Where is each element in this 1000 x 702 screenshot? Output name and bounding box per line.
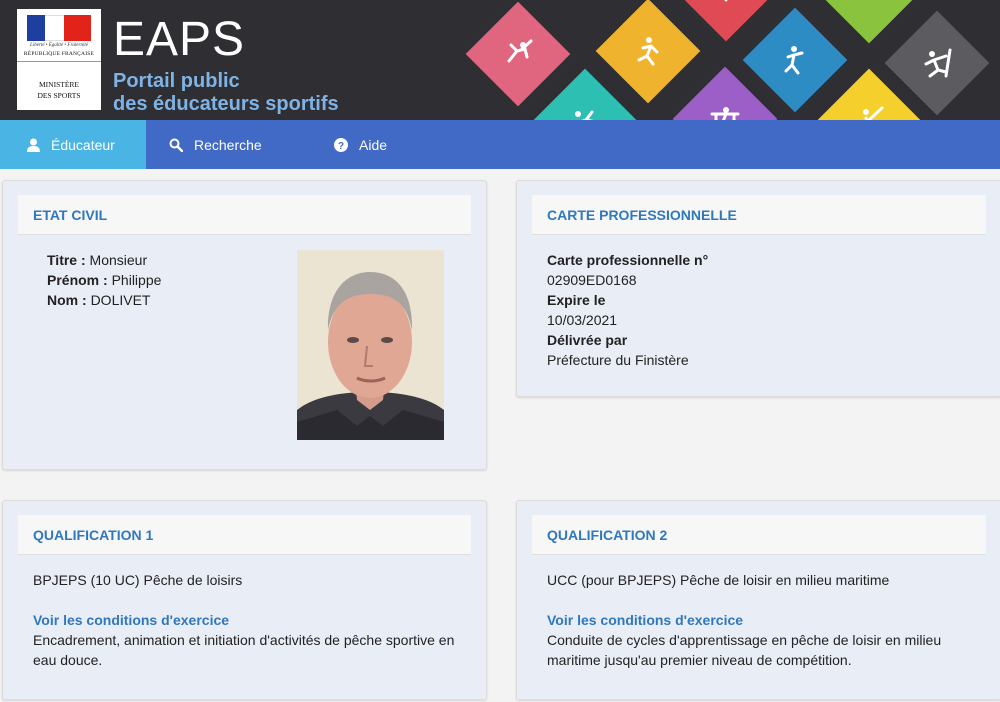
- identity-info: Titre : Monsieur Prénom : Philippe Nom :…: [47, 250, 161, 310]
- qualification-2-body: UCC (pour BPJEPS) Pêche de loisir en mil…: [547, 570, 971, 670]
- nav-item-educateur[interactable]: Éducateur: [0, 120, 146, 169]
- french-flag-icon: [27, 15, 91, 41]
- sport-tile-climber-icon: [742, 7, 848, 113]
- brand-tagline: Portail public des éducateurs sportifs: [113, 70, 339, 115]
- nav-item-recherche[interactable]: Recherche: [146, 120, 296, 169]
- logo-republic: RÉPUBLIQUE FRANÇAISE: [23, 51, 95, 57]
- qualification-2-description: Conduite de cycles d'apprentissage en pê…: [547, 632, 942, 668]
- qualification-2-diploma: UCC (pour BPJEPS) Pêche de loisir en mil…: [547, 572, 890, 588]
- carte-numero-value: 02909ED0168: [547, 272, 637, 288]
- qualification-2-conditions-link[interactable]: Voir les conditions d'exercice: [547, 610, 971, 630]
- site-header: Liberté • Égalité • Fraternité RÉPUBLIQU…: [0, 0, 1000, 120]
- qualification-1-diploma: BPJEPS (10 UC) Pêche de loisirs: [33, 572, 243, 588]
- educator-photo: [297, 250, 444, 440]
- sport-tile-runner-icon: [595, 0, 701, 104]
- etat-civil-panel: ETAT CIVIL Titre : Monsieur Prénom : Phi…: [2, 180, 487, 470]
- sport-tile-lifter-icon: [673, 0, 779, 42]
- nom-row: Nom : DOLIVET: [47, 292, 151, 308]
- qualification-1-conditions-link[interactable]: Voir les conditions d'exercice: [33, 610, 456, 630]
- main-nav: Éducateur Recherche ? Aide: [0, 120, 1000, 169]
- etat-civil-title: ETAT CIVIL: [18, 195, 471, 235]
- nav-item-aide[interactable]: ? Aide: [296, 120, 416, 169]
- logo-motto: Liberté • Égalité • Fraternité: [30, 43, 88, 48]
- qualification-1-body: BPJEPS (10 UC) Pêche de loisirs Voir les…: [33, 570, 456, 670]
- carte-delivree-value: Préfecture du Finistère: [547, 352, 689, 368]
- svg-text:?: ?: [338, 141, 344, 152]
- titre-row: Titre : Monsieur: [47, 252, 148, 268]
- carte-delivree-label: Délivrée par: [547, 332, 628, 348]
- logo-ministry: MINISTÈRE DES SPORTS: [37, 80, 81, 100]
- search-icon: [169, 138, 183, 152]
- carte-numero-label: Carte professionnelle n°: [547, 252, 709, 268]
- carte-expire-value: 10/03/2021: [547, 312, 618, 328]
- brand-title[interactable]: EAPS: [113, 14, 245, 66]
- user-icon: [27, 138, 40, 152]
- qualification-1-title: QUALIFICATION 1: [18, 515, 471, 555]
- help-icon: ?: [334, 137, 348, 152]
- carte-professionnelle-panel: CARTE PROFESSIONNELLE Carte professionne…: [516, 180, 1000, 397]
- sport-tile-swimmer-icon: [816, 0, 922, 44]
- qualification-2-title: QUALIFICATION 2: [532, 515, 986, 555]
- marianne-logo[interactable]: Liberté • Égalité • Fraternité RÉPUBLIQU…: [17, 9, 101, 110]
- carte-expire-label: Expire le: [547, 292, 606, 308]
- qualification-2-panel: QUALIFICATION 2 UCC (pour BPJEPS) Pêche …: [516, 500, 1000, 700]
- qualification-1-description: Encadrement, animation et initiation d'a…: [33, 632, 455, 668]
- qualification-1-panel: QUALIFICATION 1 BPJEPS (10 UC) Pêche de …: [2, 500, 487, 700]
- sport-tile-fencing-icon: [465, 1, 571, 107]
- carte-info: Carte professionnelle n° 02909ED0168 Exp…: [547, 250, 708, 370]
- prenom-row: Prénom : Philippe: [47, 272, 162, 288]
- carte-title: CARTE PROFESSIONNELLE: [532, 195, 986, 235]
